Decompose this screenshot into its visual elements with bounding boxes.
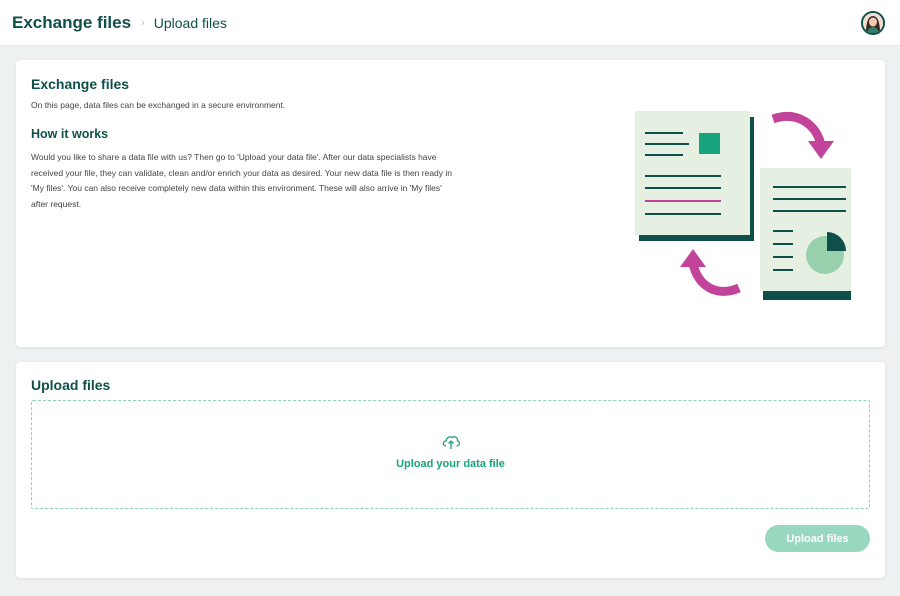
upload-your-data-file-link[interactable]: Upload your data file bbox=[396, 458, 505, 470]
breadcrumb-root[interactable]: Exchange files bbox=[12, 13, 131, 33]
user-avatar-icon[interactable] bbox=[861, 11, 885, 35]
intro-card: Exchange files On this page, data files … bbox=[16, 60, 885, 347]
breadcrumb-separator: › bbox=[141, 16, 145, 29]
how-it-works-title: How it works bbox=[31, 127, 109, 141]
cloud-upload-icon bbox=[442, 435, 460, 449]
intro-description: On this page, data files can be exchange… bbox=[31, 100, 286, 110]
upload-dropzone[interactable]: Upload your data file bbox=[31, 400, 870, 509]
top-bar: Exchange files › Upload files bbox=[0, 0, 900, 46]
upload-title: Upload files bbox=[31, 377, 111, 393]
upload-card: Upload files Upload your data file Uploa… bbox=[16, 362, 885, 578]
file-exchange-illustration bbox=[635, 111, 851, 300]
upload-files-button[interactable]: Upload files bbox=[765, 525, 870, 552]
breadcrumb-current: Upload files bbox=[153, 14, 227, 31]
intro-title: Exchange files bbox=[31, 76, 130, 92]
how-it-works-text: Would you like to share a data file with… bbox=[31, 152, 453, 209]
